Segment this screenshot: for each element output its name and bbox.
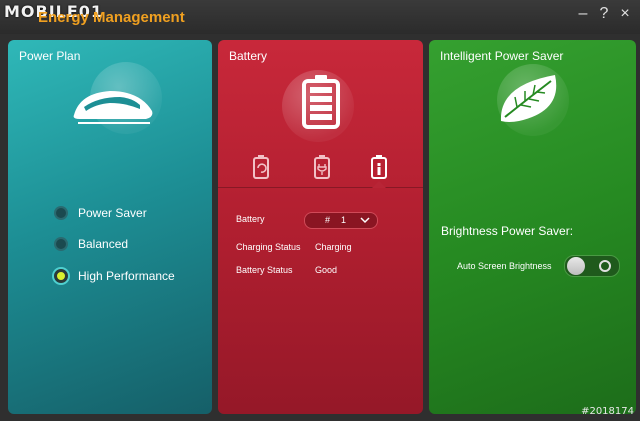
power-plan-panel: Power Plan Power Saver Balanced High Per… <box>8 40 212 414</box>
battery-icon <box>302 75 340 129</box>
battery-info-tab-icon[interactable] <box>368 154 390 182</box>
battery-plug-tab-icon[interactable] <box>311 154 333 182</box>
chevron-down-icon <box>360 217 370 224</box>
radio-balanced-label: Balanced <box>78 237 129 251</box>
battery-label: Battery <box>236 214 265 224</box>
battery-panel: Battery Battery # 1 Charging Status Char… <box>218 40 423 414</box>
battery-status-value: Good <box>315 265 338 275</box>
toggle-off-indicator <box>599 260 611 272</box>
battery-tabs <box>218 150 423 190</box>
radio-balanced[interactable]: Balanced <box>54 234 128 254</box>
intelligent-power-saver-title: Intelligent Power Saver <box>440 49 564 63</box>
battery-number: 1 <box>341 215 347 225</box>
radio-power-saver-dot[interactable] <box>54 206 68 220</box>
battery-status-label: Battery Status <box>236 265 293 275</box>
active-tab-indicator <box>372 181 386 188</box>
radio-power-saver[interactable]: Power Saver <box>54 203 147 223</box>
image-stamp: #2018174 <box>581 406 634 417</box>
brightness-power-saver-title: Brightness Power Saver: <box>441 224 574 238</box>
intelligent-power-saver-panel: Intelligent Power Saver Brightness Power… <box>429 40 636 414</box>
radio-high-performance[interactable]: High Performance <box>54 266 175 286</box>
auto-screen-brightness-label: Auto Screen Brightness <box>457 261 552 271</box>
battery-divider <box>218 187 423 188</box>
close-button[interactable]: × <box>616 5 634 23</box>
radio-high-performance-label: High Performance <box>78 269 175 283</box>
radio-balanced-dot[interactable] <box>54 237 68 251</box>
charging-status-value: Charging <box>315 242 352 252</box>
help-button[interactable]: ? <box>595 5 613 23</box>
battery-number-prefix: # <box>325 215 331 225</box>
leaf-icon <box>500 75 557 122</box>
battery-cycle-tab-icon[interactable] <box>250 154 272 182</box>
app-title: Energy Management <box>38 9 185 26</box>
radio-high-performance-dot[interactable] <box>54 269 68 283</box>
train-icon <box>73 91 153 124</box>
toggle-knob <box>567 257 585 275</box>
minimize-button[interactable]: – <box>574 5 592 23</box>
battery-title: Battery <box>229 49 268 63</box>
radio-power-saver-label: Power Saver <box>78 206 147 220</box>
charging-status-label: Charging Status <box>236 242 301 252</box>
auto-screen-brightness-toggle[interactable] <box>564 255 620 277</box>
battery-select[interactable]: # 1 <box>304 212 378 229</box>
title-bar: MOBILE01 Energy Management – ? × <box>0 0 640 34</box>
power-plan-title: Power Plan <box>19 49 81 63</box>
